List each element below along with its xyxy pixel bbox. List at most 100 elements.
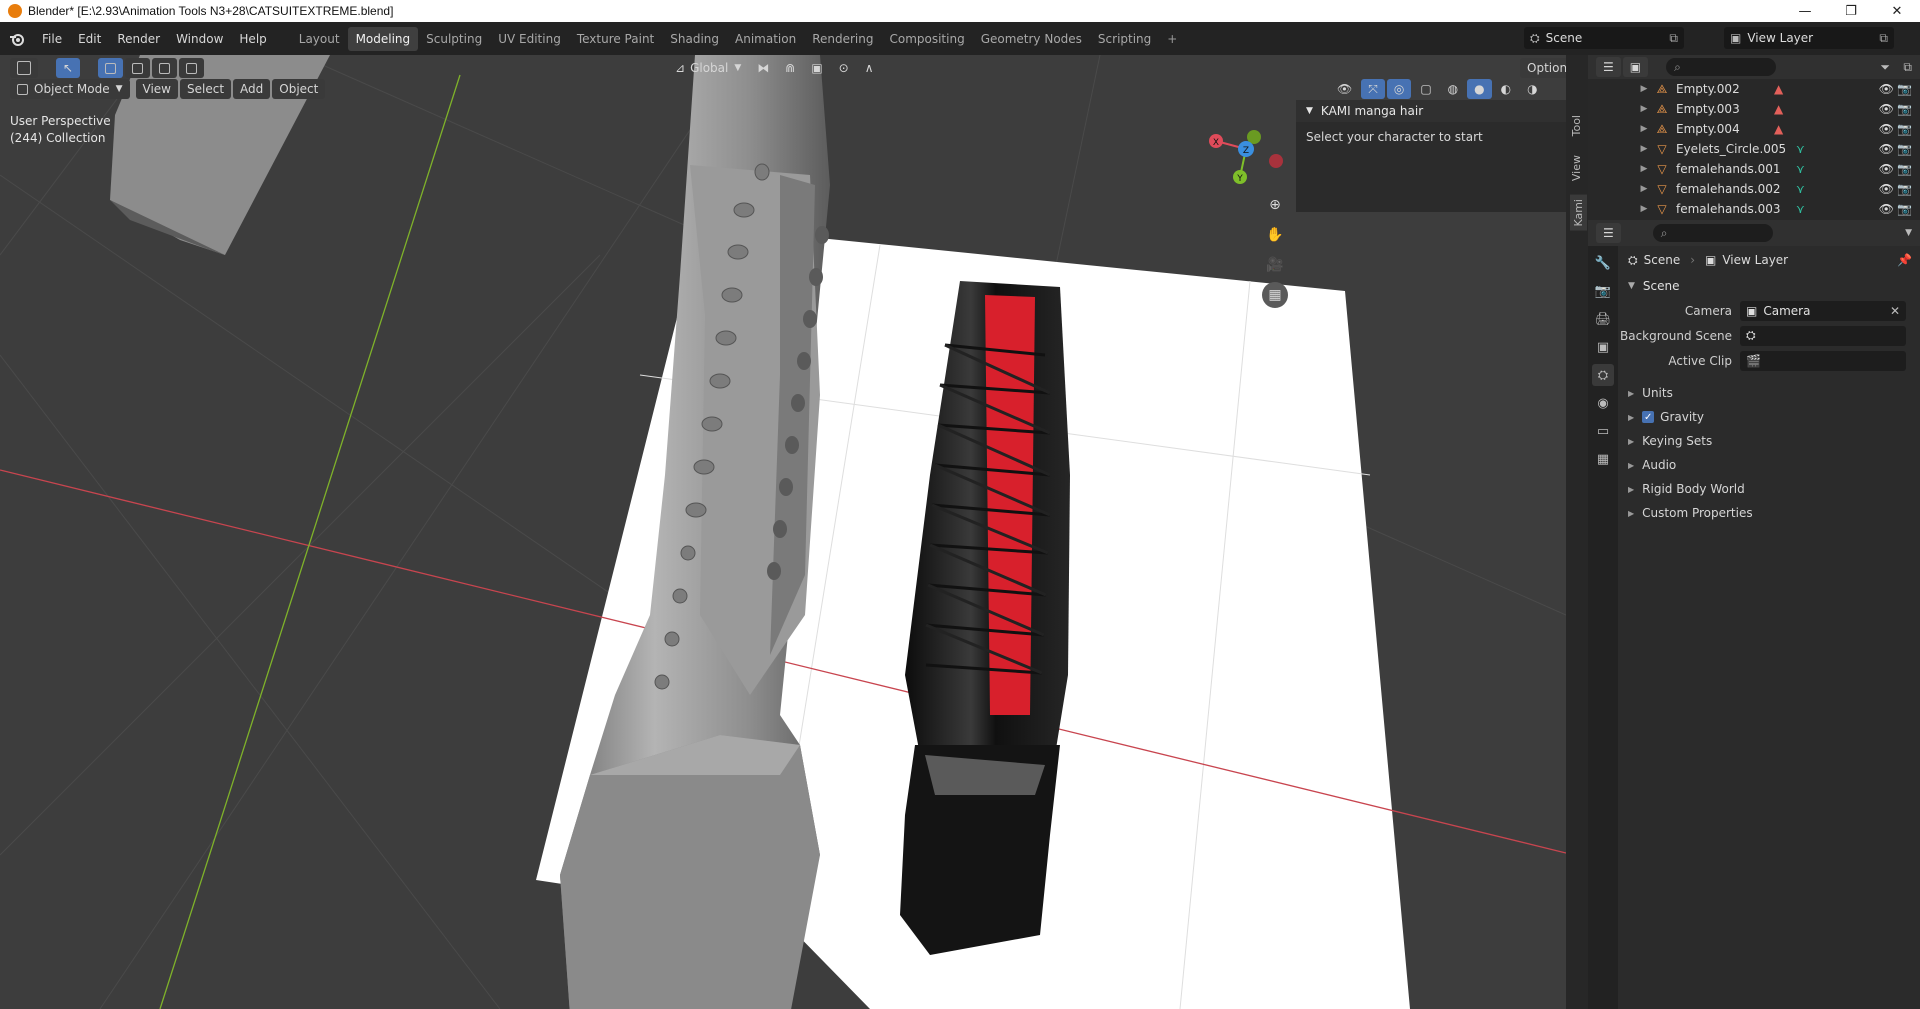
- filter-icon[interactable]: ⏷: [1880, 60, 1890, 75]
- output-tab-icon[interactable]: 🖨: [1592, 308, 1614, 330]
- render-camera-icon[interactable]: 📷: [1897, 182, 1912, 196]
- camera-field[interactable]: ▣ Camera ✕: [1740, 300, 1906, 321]
- properties-editor-type-button[interactable]: ☰: [1596, 223, 1621, 243]
- tab-geometry-nodes[interactable]: Geometry Nodes: [973, 27, 1090, 51]
- transform-orientation-dropdown[interactable]: ⊿ Global ▼: [668, 58, 748, 78]
- render-camera-icon[interactable]: 📷: [1897, 82, 1912, 96]
- tab-layout[interactable]: Layout: [291, 27, 348, 51]
- custom-properties-panel-header[interactable]: ▶ Custom Properties: [1620, 501, 1920, 525]
- render-camera-icon[interactable]: 📷: [1897, 102, 1912, 116]
- texture-tab-icon[interactable]: ▦: [1592, 448, 1614, 470]
- proportional-edit-button[interactable]: ⊙: [832, 58, 856, 78]
- x-neg-axis-handle[interactable]: [1269, 154, 1283, 168]
- 3d-viewport[interactable]: ↖ ⊿ Global ▼ ⧓ ⋒ ▣ ⊙ ∧ Options ▼: [0, 55, 1566, 1009]
- gravity-panel-header[interactable]: ▶ ✓ Gravity: [1620, 405, 1920, 429]
- scene-selector[interactable]: ⛭ Scene ⧉: [1524, 27, 1684, 49]
- outliner-row[interactable]: ▶ ▽ femalehands.001 ⋎ 👁 📷: [1588, 159, 1920, 179]
- render-camera-icon[interactable]: 📷: [1897, 142, 1912, 156]
- scene-field[interactable]: Scene: [1546, 31, 1583, 45]
- solid-shading-button[interactable]: ●: [1467, 79, 1492, 99]
- properties-search-input[interactable]: ⌕: [1652, 224, 1773, 242]
- select-new-mode-button[interactable]: [98, 58, 124, 78]
- view-layer-field[interactable]: View Layer: [1747, 31, 1813, 45]
- rendered-shading-button[interactable]: ◑: [1520, 79, 1544, 99]
- snap-toggle-button[interactable]: ⋒: [778, 58, 802, 78]
- select-invert-mode-button[interactable]: [179, 58, 205, 78]
- rigid-body-world-panel-header[interactable]: ▶ Rigid Body World: [1620, 477, 1920, 501]
- view-layer-tab-icon[interactable]: ▣: [1592, 336, 1614, 358]
- tab-kami[interactable]: Kami: [1570, 195, 1587, 231]
- tab-texture-paint[interactable]: Texture Paint: [569, 27, 662, 51]
- tab-uv-editing[interactable]: UV Editing: [490, 27, 569, 51]
- scene-tab-icon[interactable]: ⛭: [1592, 364, 1614, 386]
- eye-icon[interactable]: 👁: [1879, 142, 1894, 156]
- camera-view-icon[interactable]: 🎥: [1262, 252, 1288, 278]
- outliner-row[interactable]: ▶ ⟁ Empty.004 ▲ 👁 📷: [1588, 119, 1920, 139]
- visibility-dropdown[interactable]: 👁: [1330, 79, 1359, 99]
- units-panel-header[interactable]: ▶ Units: [1620, 381, 1920, 405]
- object-mode-dropdown[interactable]: Object Mode ▼: [10, 79, 130, 99]
- gravity-checkbox[interactable]: ✓: [1642, 411, 1655, 423]
- editor-type-button[interactable]: [10, 58, 38, 78]
- pin-icon[interactable]: 📌: [1897, 253, 1912, 267]
- add-workspace-button[interactable]: +: [1159, 27, 1185, 51]
- eye-icon[interactable]: 👁: [1879, 162, 1894, 176]
- menu-render[interactable]: Render: [109, 28, 168, 50]
- expand-arrow-icon[interactable]: ▶: [1634, 84, 1654, 94]
- wireframe-shading-button[interactable]: ◍: [1441, 79, 1465, 99]
- eye-icon[interactable]: 👁: [1879, 82, 1894, 96]
- clear-field-icon[interactable]: ✕: [1890, 304, 1900, 318]
- eye-icon[interactable]: 👁: [1879, 182, 1894, 196]
- expand-arrow-icon[interactable]: ▶: [1634, 164, 1654, 174]
- tab-compositing[interactable]: Compositing: [881, 27, 972, 51]
- expand-arrow-icon[interactable]: ▶: [1634, 124, 1654, 134]
- outliner-row[interactable]: ▶ ⟁ Empty.002 ▲ 👁 📷: [1588, 79, 1920, 99]
- material-shading-button[interactable]: ◐: [1494, 79, 1518, 99]
- outliner-row[interactable]: ▶ ▽ femalehands.002 ⋎ 👁 📷: [1588, 179, 1920, 199]
- render-tab-icon[interactable]: 📷: [1592, 280, 1614, 302]
- menu-window[interactable]: Window: [168, 28, 231, 50]
- outliner-row[interactable]: ▶ ▽ Eyelets_Circle.005 ⋎ 👁 📷: [1588, 139, 1920, 159]
- expand-arrow-icon[interactable]: ▶: [1634, 184, 1654, 194]
- view-layer-selector[interactable]: ▣ View Layer ⧉: [1724, 27, 1894, 49]
- outliner-row[interactable]: ▶ ⟁ Empty.003 ▲ 👁 📷: [1588, 99, 1920, 119]
- keying-sets-panel-header[interactable]: ▶ Keying Sets: [1620, 429, 1920, 453]
- eye-icon[interactable]: 👁: [1879, 122, 1894, 136]
- tab-animation[interactable]: Animation: [727, 27, 804, 51]
- close-button[interactable]: ✕: [1874, 0, 1920, 22]
- pan-hand-icon[interactable]: ✋: [1262, 222, 1288, 248]
- audio-panel-header[interactable]: ▶ Audio: [1620, 453, 1920, 477]
- select-menu[interactable]: Select: [180, 79, 232, 99]
- overlays-toggle-button[interactable]: ◎: [1386, 79, 1412, 99]
- new-collection-icon[interactable]: ⧉: [1903, 60, 1912, 75]
- new-view-layer-icon[interactable]: ⧉: [1879, 31, 1888, 46]
- active-clip-field[interactable]: 🎬: [1740, 350, 1906, 371]
- pivot-point-button[interactable]: ⧓: [750, 58, 776, 78]
- render-camera-icon[interactable]: 📷: [1897, 202, 1912, 216]
- tab-shading[interactable]: Shading: [662, 27, 727, 51]
- scene-panel-header[interactable]: ▼ Scene: [1620, 274, 1920, 298]
- maximize-button[interactable]: ❐: [1828, 0, 1874, 22]
- select-extend-mode-button[interactable]: [125, 58, 151, 78]
- eye-icon[interactable]: 👁: [1879, 102, 1894, 116]
- blender-menu-icon[interactable]: [8, 30, 26, 48]
- tab-rendering[interactable]: Rendering: [804, 27, 881, 51]
- falloff-dropdown[interactable]: ∧: [858, 58, 881, 78]
- new-scene-icon[interactable]: ⧉: [1669, 31, 1678, 46]
- minimize-button[interactable]: —: [1782, 0, 1828, 22]
- outliner-search-input[interactable]: ⌕: [1666, 58, 1777, 76]
- eye-icon[interactable]: 👁: [1879, 202, 1894, 216]
- snap-target-dropdown[interactable]: ▣: [804, 58, 829, 78]
- expand-arrow-icon[interactable]: ▶: [1634, 144, 1654, 154]
- chevron-down-icon[interactable]: ▼: [1905, 228, 1912, 238]
- tool-tab-icon[interactable]: 🔧: [1592, 252, 1614, 274]
- world-tab-icon[interactable]: ◉: [1592, 392, 1614, 414]
- menu-edit[interactable]: Edit: [70, 28, 109, 50]
- tab-scripting[interactable]: Scripting: [1090, 27, 1159, 51]
- view-menu[interactable]: View: [135, 79, 178, 99]
- navigation-gizmo[interactable]: X Z Y: [1206, 109, 1286, 189]
- tab-sculpting[interactable]: Sculpting: [418, 27, 490, 51]
- tab-view[interactable]: View: [1570, 155, 1583, 181]
- expand-arrow-icon[interactable]: ▶: [1634, 104, 1654, 114]
- display-mode-dropdown[interactable]: ▣: [1622, 57, 1649, 77]
